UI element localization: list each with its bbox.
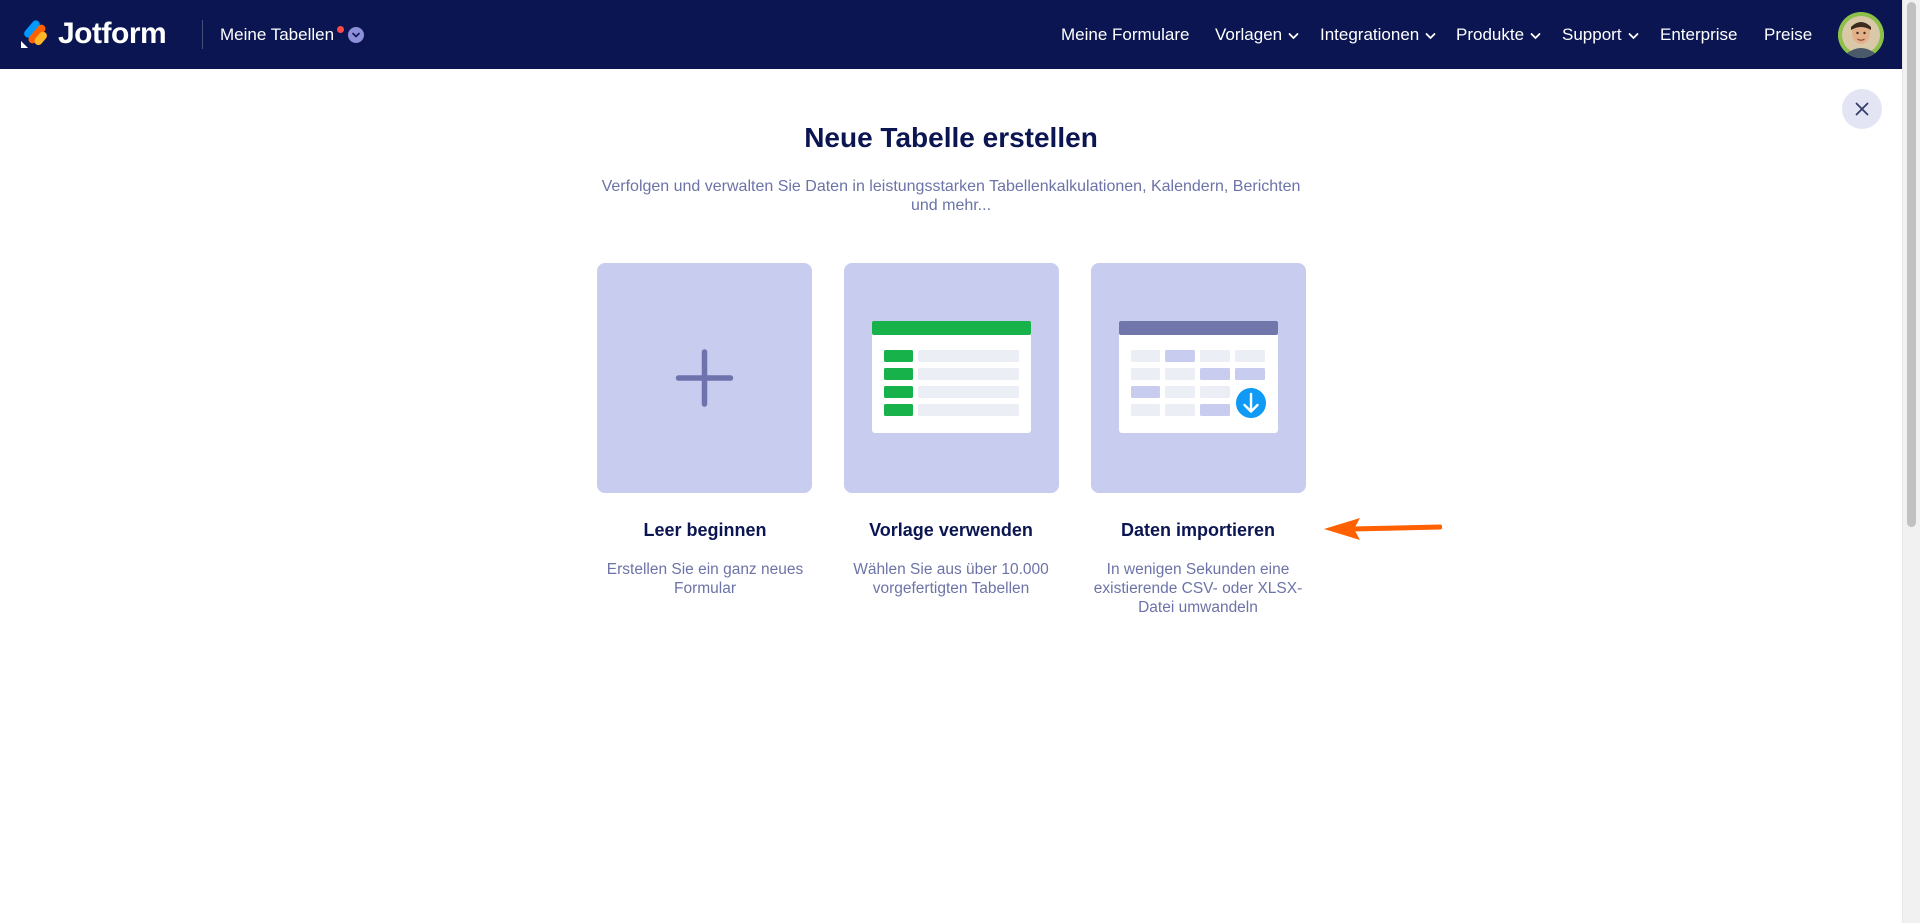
use-template-description: Wählen Sie aus über 10.000 vorgefertigte… <box>853 561 1049 597</box>
chevron-down-icon <box>1288 25 1299 45</box>
nav-my-forms[interactable]: Meine Formulare <box>1061 24 1190 46</box>
nav-label: Support <box>1562 25 1622 44</box>
nav-products[interactable]: Produkte <box>1456 24 1541 46</box>
dialog-title: Neue Tabelle erstellen <box>804 122 1098 153</box>
nav-label: Meine Formulare <box>1061 25 1190 44</box>
chevron-down-icon <box>1628 25 1639 45</box>
nav-enterprise[interactable]: Enterprise <box>1660 24 1737 46</box>
nav-pricing[interactable]: Preise <box>1764 24 1812 46</box>
use-template-title[interactable]: Vorlage verwenden <box>831 520 1071 541</box>
nav-support[interactable]: Support <box>1562 24 1639 46</box>
use-template-card[interactable] <box>844 263 1059 493</box>
dialog-subtitle: Verfolgen und verwalten Sie Daten in lei… <box>601 178 1301 214</box>
nav-integrations[interactable]: Integrationen <box>1320 24 1436 46</box>
my-tables-label: Meine Tabellen <box>220 25 335 44</box>
top-navigation-bar: Jotform Meine Tabellen Meine Formulare V… <box>0 0 1902 69</box>
start-blank-title[interactable]: Leer beginnen <box>585 520 825 541</box>
avatar-image <box>1838 12 1884 58</box>
import-data-title[interactable]: Daten importieren <box>1078 520 1318 541</box>
start-blank-description: Erstellen Sie ein ganz neues Formular <box>606 561 804 597</box>
chevron-down-icon <box>1425 25 1436 45</box>
annotation-arrow-icon <box>1324 518 1442 540</box>
close-icon <box>1855 102 1869 116</box>
my-tables-switcher[interactable]: Meine Tabellen <box>220 24 365 46</box>
import-data-description: In wenigen Sekunden eine existierende CS… <box>1093 561 1303 616</box>
import-table-icon <box>1119 321 1278 433</box>
nav-label: Integrationen <box>1320 25 1420 44</box>
nav-label: Enterprise <box>1660 25 1738 44</box>
nav-templates[interactable]: Vorlagen <box>1215 24 1299 46</box>
jotform-logo-icon <box>20 20 47 49</box>
chevron-down-icon <box>1530 25 1541 45</box>
chevron-down-icon <box>348 27 365 43</box>
import-data-card[interactable] <box>1091 263 1306 493</box>
template-table-icon <box>872 321 1031 433</box>
jotform-logo[interactable]: Jotform <box>18 16 167 52</box>
notification-dot <box>337 25 345 33</box>
nav-label: Preise <box>1764 25 1813 44</box>
header-divider <box>202 20 203 49</box>
plus-icon <box>675 349 734 407</box>
logo-text: Jotform <box>58 17 167 50</box>
nav-label: Produkte <box>1456 25 1525 44</box>
start-blank-card[interactable] <box>597 263 812 493</box>
page-scrollbar[interactable] <box>1902 0 1920 923</box>
scrollbar-thumb[interactable] <box>1907 2 1916 527</box>
nav-label: Vorlagen <box>1215 25 1283 44</box>
user-avatar[interactable] <box>1838 12 1884 58</box>
